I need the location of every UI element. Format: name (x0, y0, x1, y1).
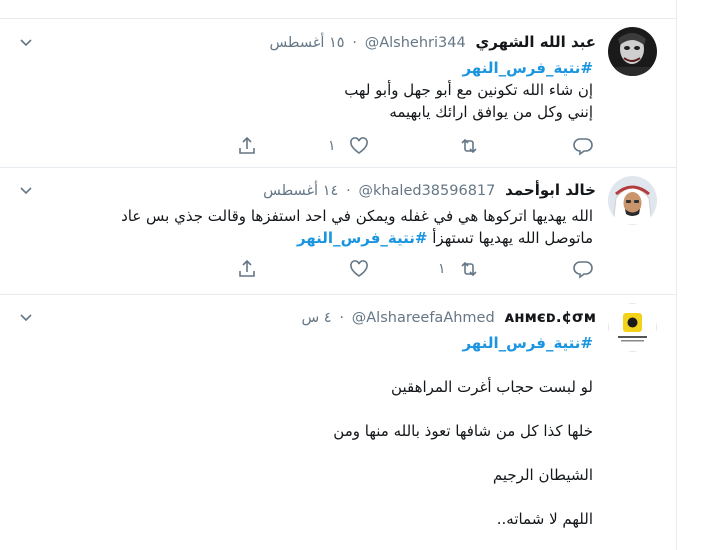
tweet-2-username[interactable]: خالد ابوأحمد (505, 181, 596, 199)
tweet-1-separator: · (352, 35, 357, 51)
caret-down-icon[interactable] (16, 33, 36, 53)
tweet-3[interactable]: ᴀнмєᴅ.¢σм @AlshareefaAhmed · ٤ س #نتية_ف… (0, 295, 676, 550)
tweet-1-hashtag[interactable]: #نتية_فرس_النهر (462, 59, 593, 77)
tweet-1-line-1: إن شاء الله تكونين مع أبو جهل وأبو لهب (344, 81, 593, 99)
tweet-2-line-2: ماتوصل الله يهديها تستهزأ (432, 229, 593, 247)
tweet-1-time[interactable]: ١٥ أغسطس (269, 35, 344, 51)
avatar-ahmed[interactable] (608, 303, 657, 352)
tweet-3-paragraph-3: الشيطان الرجيم (492, 466, 593, 484)
like-icon[interactable] (348, 135, 370, 157)
tweet-3-paragraph-2: خلها كذا كل من شافها تعوذ بالله منها ومن (333, 422, 593, 440)
tweet-1-line-2: إنني وكل من يوافق ارائك يابهيمه (389, 103, 593, 121)
retweet-icon[interactable] (458, 135, 480, 157)
tweet-3-username[interactable]: ᴀнмєᴅ.¢σм (504, 308, 596, 326)
tweet-2-actions: ١ (0, 258, 676, 282)
timeline: عبد الله الشهري @Alshehri344 · ١٥ أغسطس … (0, 0, 677, 550)
tweet-1[interactable]: عبد الله الشهري @Alshehri344 · ١٥ أغسطس … (0, 19, 676, 168)
tweet-2-separator: · (346, 183, 351, 199)
avatar-khaled[interactable] (608, 176, 657, 225)
tweet-2-hashtag[interactable]: #نتية_فرس_النهر (297, 229, 428, 247)
tweet-1-username[interactable]: عبد الله الشهري (476, 33, 597, 51)
retweet-icon[interactable] (458, 258, 480, 280)
tweet-2-retweet-count: ١ (438, 261, 446, 277)
tweet-3-paragraph-1: لو لبست حجاب أغرت المراهقين (391, 378, 593, 396)
tweet-1-actions: ١ (0, 135, 676, 159)
tweet-2[interactable]: خالد ابوأحمد @khaled38596817 · ١٤ أغسطس … (0, 168, 676, 295)
tweet-1-header: عبد الله الشهري @Alshehri344 · ١٥ أغسطس (40, 33, 596, 55)
tweet-1-like-count: ١ (328, 138, 336, 154)
tweet-2-time[interactable]: ١٤ أغسطس (263, 183, 338, 199)
like-icon[interactable] (348, 258, 370, 280)
previous-tweet-border (0, 0, 676, 19)
tweet-3-time[interactable]: ٤ س (301, 310, 331, 326)
tweet-1-text: #نتية_فرس_النهر إن شاء الله تكونين مع أب… (20, 57, 593, 123)
share-icon[interactable] (236, 258, 258, 280)
reply-icon[interactable] (572, 135, 594, 157)
tweet-3-separator: · (339, 310, 344, 326)
tweet-3-text: #نتية_فرس_النهر لو لبست حجاب أغرت المراه… (20, 332, 593, 530)
tweet-2-line-1: الله يهديها اتركوها هي في غفله ويمكن في … (121, 207, 593, 225)
tweet-2-text: الله يهديها اتركوها هي في غفله ويمكن في … (44, 205, 593, 249)
tweet-1-handle[interactable]: @Alshehri344 (365, 35, 466, 51)
caret-down-icon[interactable] (16, 308, 36, 328)
tweet-3-header: ᴀнмєᴅ.¢σм @AlshareefaAhmed · ٤ س (40, 308, 596, 330)
tweet-2-header: خالد ابوأحمد @khaled38596817 · ١٤ أغسطس (40, 181, 596, 203)
tweet-3-hashtag[interactable]: #نتية_فرس_النهر (462, 334, 593, 352)
tweet-3-paragraph-4: اللهم لا شماته.. (496, 510, 593, 528)
share-icon[interactable] (236, 135, 258, 157)
avatar-abdullah[interactable] (608, 27, 657, 76)
reply-icon[interactable] (572, 258, 594, 280)
tweet-3-handle[interactable]: @AlshareefaAhmed (352, 310, 495, 326)
tweet-2-handle[interactable]: @khaled38596817 (358, 183, 495, 199)
caret-down-icon[interactable] (16, 181, 36, 201)
